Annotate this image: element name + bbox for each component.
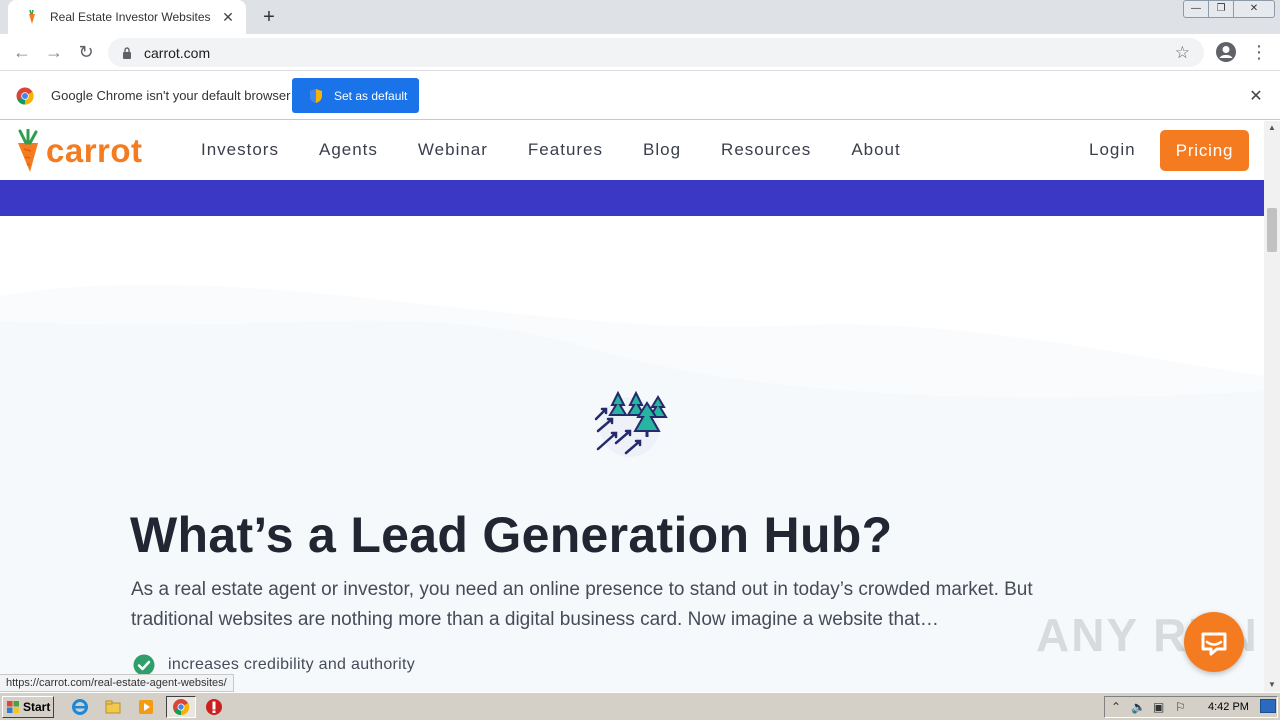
network-icon[interactable]: ▣ — [1153, 700, 1164, 714]
chat-launcher-button[interactable] — [1184, 612, 1244, 672]
window-restore-button[interactable]: ❐ — [1208, 0, 1234, 18]
intro-paragraph: As a real estate agent or investor, you … — [131, 579, 1033, 630]
page-heading: What’s a Lead Generation Hub? — [130, 507, 893, 563]
file-explorer-icon[interactable] — [104, 698, 122, 716]
forward-arrow-icon[interactable]: → — [42, 40, 66, 64]
new-tab-icon[interactable]: + — [258, 6, 280, 28]
page-scrollbar[interactable]: ▲ ▼ — [1264, 121, 1280, 692]
primary-nav: Investors Agents Webinar Features Blog R… — [201, 140, 941, 160]
nav-webinar[interactable]: Webinar — [418, 140, 488, 160]
tab-title: Real Estate Investor Websites | Rea — [50, 10, 214, 24]
nav-agents[interactable]: Agents — [319, 140, 378, 160]
url-text: carrot.com — [144, 44, 211, 61]
chrome-logo-icon — [16, 87, 34, 105]
infobar-message: Google Chrome isn't your default browser — [51, 88, 291, 103]
bookmark-star-icon[interactable]: ☆ — [1175, 43, 1190, 63]
show-desktop-icon[interactable] — [1260, 699, 1276, 713]
browser-tab[interactable]: Real Estate Investor Websites | Rea ✕ — [8, 0, 246, 34]
nav-investors[interactable]: Investors — [201, 140, 279, 160]
nav-resources[interactable]: Resources — [721, 140, 811, 160]
carrot-logo[interactable]: carrot — [14, 129, 143, 173]
taskbar-clock: 4:42 PM — [1208, 701, 1249, 713]
volume-icon[interactable]: 🔈 — [1131, 700, 1146, 714]
windows-flag-icon — [7, 701, 19, 713]
tab-close-icon[interactable]: ✕ — [220, 9, 236, 25]
menu-kebab-icon[interactable]: ⋮ — [1250, 40, 1268, 64]
lead-hub-trees-icon — [594, 391, 668, 457]
browser-toolbar: ← → ↻ carrot.com ☆ ⋮ — [0, 34, 1280, 71]
tray-expand-icon[interactable]: ⌃ — [1111, 700, 1121, 714]
stop-sign-icon[interactable] — [205, 698, 223, 716]
set-as-default-button[interactable]: Set as default — [292, 78, 419, 113]
nav-about[interactable]: About — [851, 140, 900, 160]
carrot-logo-icon — [18, 129, 38, 172]
chat-icon — [1201, 632, 1227, 656]
tab-strip: Real Estate Investor Websites | Rea ✕ + … — [0, 0, 1280, 34]
chrome-taskbar-icon — [173, 699, 190, 716]
benefit-list-item: increases credibility and authority — [168, 656, 416, 673]
window-close-button[interactable]: ✕ — [1233, 0, 1275, 18]
scrollbar-thumb[interactable] — [1267, 208, 1277, 252]
window-minimize-button[interactable]: — — [1183, 0, 1209, 18]
action-center-flag-icon[interactable]: ⚐ — [1175, 700, 1186, 714]
lock-icon — [123, 46, 131, 59]
internet-explorer-icon[interactable] — [71, 698, 89, 716]
back-arrow-icon[interactable]: ← — [10, 40, 34, 64]
pricing-button[interactable]: Pricing — [1160, 130, 1249, 171]
start-label: Start — [23, 700, 51, 714]
checkmark-icon — [133, 654, 155, 676]
scroll-up-arrow-icon[interactable]: ▲ — [1264, 121, 1280, 135]
link-status-bubble: https://carrot.com/real-estate-agent-web… — [0, 674, 234, 692]
reload-icon[interactable]: ↻ — [74, 40, 98, 64]
scroll-down-arrow-icon[interactable]: ▼ — [1264, 678, 1280, 692]
profile-icon[interactable] — [1215, 41, 1237, 63]
web-page: carrot Investors Agents Webinar Features… — [0, 121, 1264, 692]
blue-banner-strip — [0, 180, 1264, 216]
login-link[interactable]: Login — [1089, 140, 1136, 160]
address-bar[interactable]: carrot.com ☆ — [108, 38, 1204, 67]
set-as-default-label: Set as default — [334, 88, 408, 103]
uac-shield-icon — [310, 88, 322, 103]
system-tray: ⌃ 🔈 ▣ ⚐ — [1104, 696, 1278, 718]
logo-text: carrot — [46, 132, 143, 169]
nav-features[interactable]: Features — [528, 140, 603, 160]
infobar-close-icon[interactable]: ✕ — [1246, 86, 1266, 106]
media-player-icon[interactable] — [137, 698, 155, 716]
site-header: carrot Investors Agents Webinar Features… — [0, 121, 1264, 180]
carrot-favicon-icon — [29, 9, 35, 24]
nav-blog[interactable]: Blog — [643, 140, 681, 160]
taskbar-chrome-button[interactable] — [166, 696, 196, 718]
default-browser-infobar: Google Chrome isn't your default browser… — [0, 72, 1280, 120]
windows-taskbar: Start ⌃ 🔈 ▣ ⚐ 4:42 PM — [0, 692, 1280, 720]
start-button[interactable]: Start — [2, 696, 54, 718]
